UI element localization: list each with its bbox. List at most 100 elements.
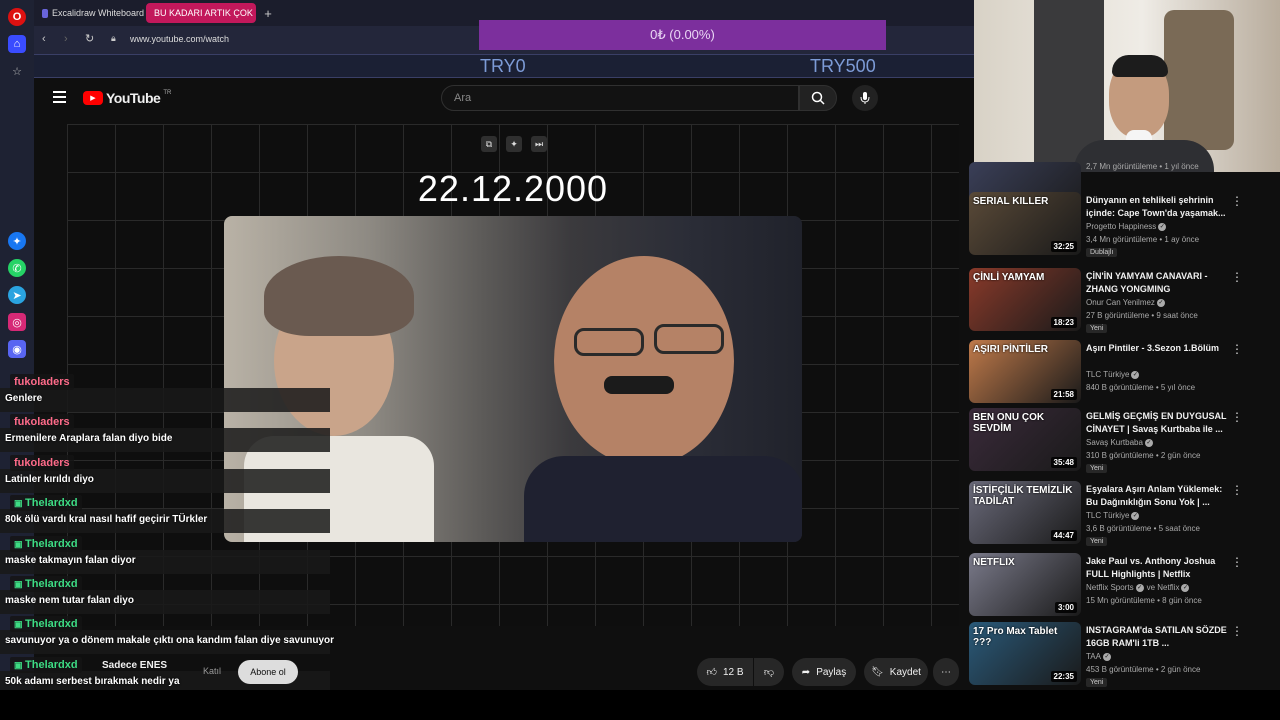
kebab-menu-icon[interactable]: ⋮ bbox=[1231, 194, 1243, 208]
like-button[interactable]: 👍︎ 12 B bbox=[697, 658, 753, 686]
more-actions-button[interactable]: ⋯ bbox=[933, 658, 959, 686]
recommendation-channel[interactable]: Netflix Sports ✓ ve Netflix ✓ bbox=[1086, 583, 1190, 592]
subscriber-badge-icon: ▣ bbox=[14, 619, 26, 630]
chat-username[interactable]: fukoladers bbox=[10, 374, 74, 390]
tab-youtube[interactable]: BU KADARI ARTIK ÇOK FA bbox=[146, 3, 256, 23]
kebab-menu-icon[interactable]: ⋮ bbox=[1231, 624, 1243, 638]
thumbnail-text: BEN ONU ÇOK SEVDİM bbox=[973, 412, 1045, 434]
kebab-menu-icon[interactable]: ⋮ bbox=[1231, 270, 1243, 284]
url-field[interactable]: www.youtube.com/watch bbox=[130, 34, 229, 44]
menu-icon[interactable] bbox=[53, 91, 66, 103]
recommendation-item[interactable]: 17 Pro Max Tablet ??? 22:35 INSTAGRAM'da S… bbox=[969, 622, 1275, 688]
thumbnail-text: ÇİNLİ YAMYAM bbox=[973, 272, 1045, 283]
voice-search-button[interactable] bbox=[852, 85, 878, 111]
recommendation-item[interactable]: ÇİNLİ YAMYAM 18:23 ÇİN'İN YAMYAM CANAVARI … bbox=[969, 268, 1275, 334]
video-thumbnail[interactable]: İSTİFÇİLİK TEMİZLİK TADİLAT 44:47 bbox=[969, 481, 1081, 544]
tab-label: BU KADARI ARTIK ÇOK FA bbox=[154, 8, 256, 18]
kebab-menu-icon[interactable]: ⋮ bbox=[1231, 342, 1243, 356]
chat-username[interactable]: ▣ Thelardxd bbox=[10, 495, 82, 512]
messenger-icon[interactable]: ✦ bbox=[8, 232, 26, 250]
tab-label: Excalidraw Whiteboard bbox=[51, 8, 144, 18]
recommendation-meta: 453 B görüntüleme • 2 gün önce bbox=[1086, 665, 1201, 674]
recommendation-channel[interactable]: TLC Türkiye ✓ bbox=[1086, 511, 1140, 520]
recommendation-item[interactable]: BEN ONU ÇOK SEVDİM 35:48 GELMİŞ GEÇMİŞ EN … bbox=[969, 408, 1275, 474]
recommendation-channel[interactable]: TLC Türkiye ✓ bbox=[1086, 370, 1140, 379]
recommendation-channel[interactable]: Onur Can Yenilmez ✓ bbox=[1086, 298, 1165, 307]
duration-badge: 32:25 bbox=[1050, 241, 1077, 252]
back-icon[interactable]: ‹ bbox=[42, 33, 46, 45]
man-face bbox=[554, 256, 734, 466]
telegram-icon[interactable]: ➤ bbox=[8, 286, 26, 304]
opera-logo-icon[interactable]: O bbox=[8, 8, 26, 26]
recommendation-title[interactable]: GELMİŞ GEÇMİŞ EN DUYGUSAL CİNAYET | Sava… bbox=[1086, 410, 1232, 436]
chat-message-text: maske nem tutar falan diyo bbox=[5, 595, 134, 606]
chat-message-text: Latinler kırıldı diyo bbox=[5, 473, 94, 485]
chat-username[interactable]: ▣ Thelardxd bbox=[10, 656, 82, 673]
recommendation-badge: Yeni bbox=[1086, 537, 1108, 546]
video-thumbnail[interactable]: SERIAL KILLER 32:25 bbox=[969, 192, 1081, 255]
recommendation-item[interactable]: NETFLIX 3:00 Jake Paul vs. Anthony Joshua … bbox=[969, 553, 1275, 619]
channel-name-text: TAA bbox=[1086, 652, 1101, 661]
verified-icon: ✓ bbox=[1156, 298, 1165, 307]
video-thumbnail[interactable]: ÇİNLİ YAMYAM 18:23 bbox=[969, 268, 1081, 331]
chat-message-text: maske takmayın falan diyor bbox=[5, 554, 136, 566]
recommendation-title[interactable]: INSTAGRAM'da SATILAN SÖZDE 16GB RAM'li 1… bbox=[1086, 624, 1232, 650]
recommendation-channel[interactable]: Savaş Kurtbaba ✓ bbox=[1086, 438, 1153, 447]
recommendation-item[interactable]: SERIAL KILLER 32:25 Dünyanın en tehlikeli … bbox=[969, 192, 1275, 258]
home-icon[interactable]: ⌂ bbox=[8, 35, 26, 53]
chat-username[interactable]: fukoladers bbox=[10, 414, 74, 431]
dislike-button[interactable]: 👎︎ bbox=[754, 658, 784, 686]
search-button[interactable] bbox=[799, 85, 837, 111]
kebab-menu-icon[interactable]: ⋮ bbox=[1231, 410, 1243, 424]
new-tab-button[interactable]: + bbox=[260, 3, 276, 23]
kebab-menu-icon[interactable]: ⋮ bbox=[1231, 555, 1243, 569]
skip-icon[interactable]: ⏭ bbox=[531, 136, 547, 152]
recommendation-title[interactable]: ÇİN'İN YAMYAM CANAVARI - ZHANG YONGMING bbox=[1086, 270, 1232, 296]
chat-username[interactable]: fukoladers bbox=[10, 454, 74, 471]
instagram-icon[interactable]: ◎ bbox=[8, 313, 26, 331]
save-button[interactable]: 🔖︎ Kaydet bbox=[864, 658, 928, 686]
recommendation-title[interactable]: Aşırı Pintiler - 3.Sezon 1.Bölüm bbox=[1086, 342, 1232, 355]
video-thumbnail[interactable]: 17 Pro Max Tablet ??? 22:35 bbox=[969, 622, 1081, 685]
chat-username[interactable]: ▣ Thelardxd bbox=[10, 535, 82, 552]
search-input[interactable]: Ara bbox=[441, 85, 799, 111]
subscribe-button[interactable]: Abone ol bbox=[238, 660, 298, 684]
whatsapp-icon[interactable]: ✆ bbox=[8, 259, 26, 277]
miniplayer-icon[interactable]: ⧉ bbox=[481, 136, 497, 152]
excalidraw-favicon-icon bbox=[42, 8, 48, 18]
channel-name[interactable]: Sadece ENES bbox=[102, 660, 167, 671]
video-thumbnail[interactable]: AŞIRI PİNTİLER 21:58 bbox=[969, 340, 1081, 403]
forward-icon[interactable]: › bbox=[64, 33, 68, 45]
video-thumbnail[interactable]: NETFLIX 3:00 bbox=[969, 553, 1081, 616]
lock-icon: 🔒︎ bbox=[111, 33, 116, 43]
chat-username-text: Thelardxd bbox=[25, 658, 78, 671]
kebab-menu-icon[interactable]: ⋮ bbox=[1231, 483, 1243, 497]
recommendation-badge: Dublajlı bbox=[1086, 248, 1118, 257]
recommendation-channel[interactable]: TAA ✓ bbox=[1086, 652, 1111, 661]
star-icon[interactable]: ☆ bbox=[8, 62, 26, 80]
recommendation-title[interactable]: Jake Paul vs. Anthony Joshua FULL Highli… bbox=[1086, 555, 1232, 581]
recommendation-meta: 27 B görüntüleme • 9 saat önce bbox=[1086, 311, 1198, 320]
recommendation-item[interactable]: İSTİFÇİLİK TEMİZLİK TADİLAT 44:47 Eşyalara… bbox=[969, 481, 1275, 547]
video-thumbnail[interactable]: BEN ONU ÇOK SEVDİM 35:48 bbox=[969, 408, 1081, 471]
sparkle-icon[interactable]: ✦ bbox=[506, 136, 522, 152]
bottom-strip bbox=[0, 690, 1280, 720]
recommendation-title[interactable]: Eşyalara Aşırı Anlam Yüklemek: Bu Dağını… bbox=[1086, 483, 1232, 509]
recommendation-channel[interactable]: Progetto Happiness ✓ bbox=[1086, 222, 1167, 231]
join-button[interactable]: Katıl bbox=[203, 666, 221, 676]
chat-username-text: fukoladers bbox=[14, 416, 70, 429]
recommendation-title[interactable]: Dünyanın en tehlikeli şehrinin içinde: C… bbox=[1086, 194, 1232, 220]
donation-progress-bar: 0₺ (0.00%) bbox=[479, 20, 886, 50]
video-date-text: 22.12.2000 bbox=[417, 168, 609, 209]
chat-username[interactable]: ▣ Thelardxd bbox=[10, 616, 82, 633]
discord-icon[interactable]: ◉ bbox=[8, 340, 26, 358]
recommendation-item[interactable]: AŞIRI PİNTİLER 21:58 Aşırı Pintiler - 3.Se… bbox=[969, 340, 1275, 406]
recommendation-meta: 15 Mn görüntüleme • 8 gün önce bbox=[1086, 596, 1202, 605]
tab-excalidraw[interactable]: Excalidraw Whiteboard bbox=[38, 3, 144, 23]
donation-amount: 0₺ (0.00%) bbox=[650, 27, 715, 42]
chat-username[interactable]: ▣ Thelardxd bbox=[10, 576, 82, 592]
glasses-right bbox=[654, 324, 724, 354]
reload-icon[interactable]: ↻ bbox=[85, 32, 94, 45]
youtube-logo[interactable]: ▶ YouTube TR bbox=[83, 90, 171, 106]
share-button[interactable]: ➦ Paylaş bbox=[792, 658, 856, 686]
